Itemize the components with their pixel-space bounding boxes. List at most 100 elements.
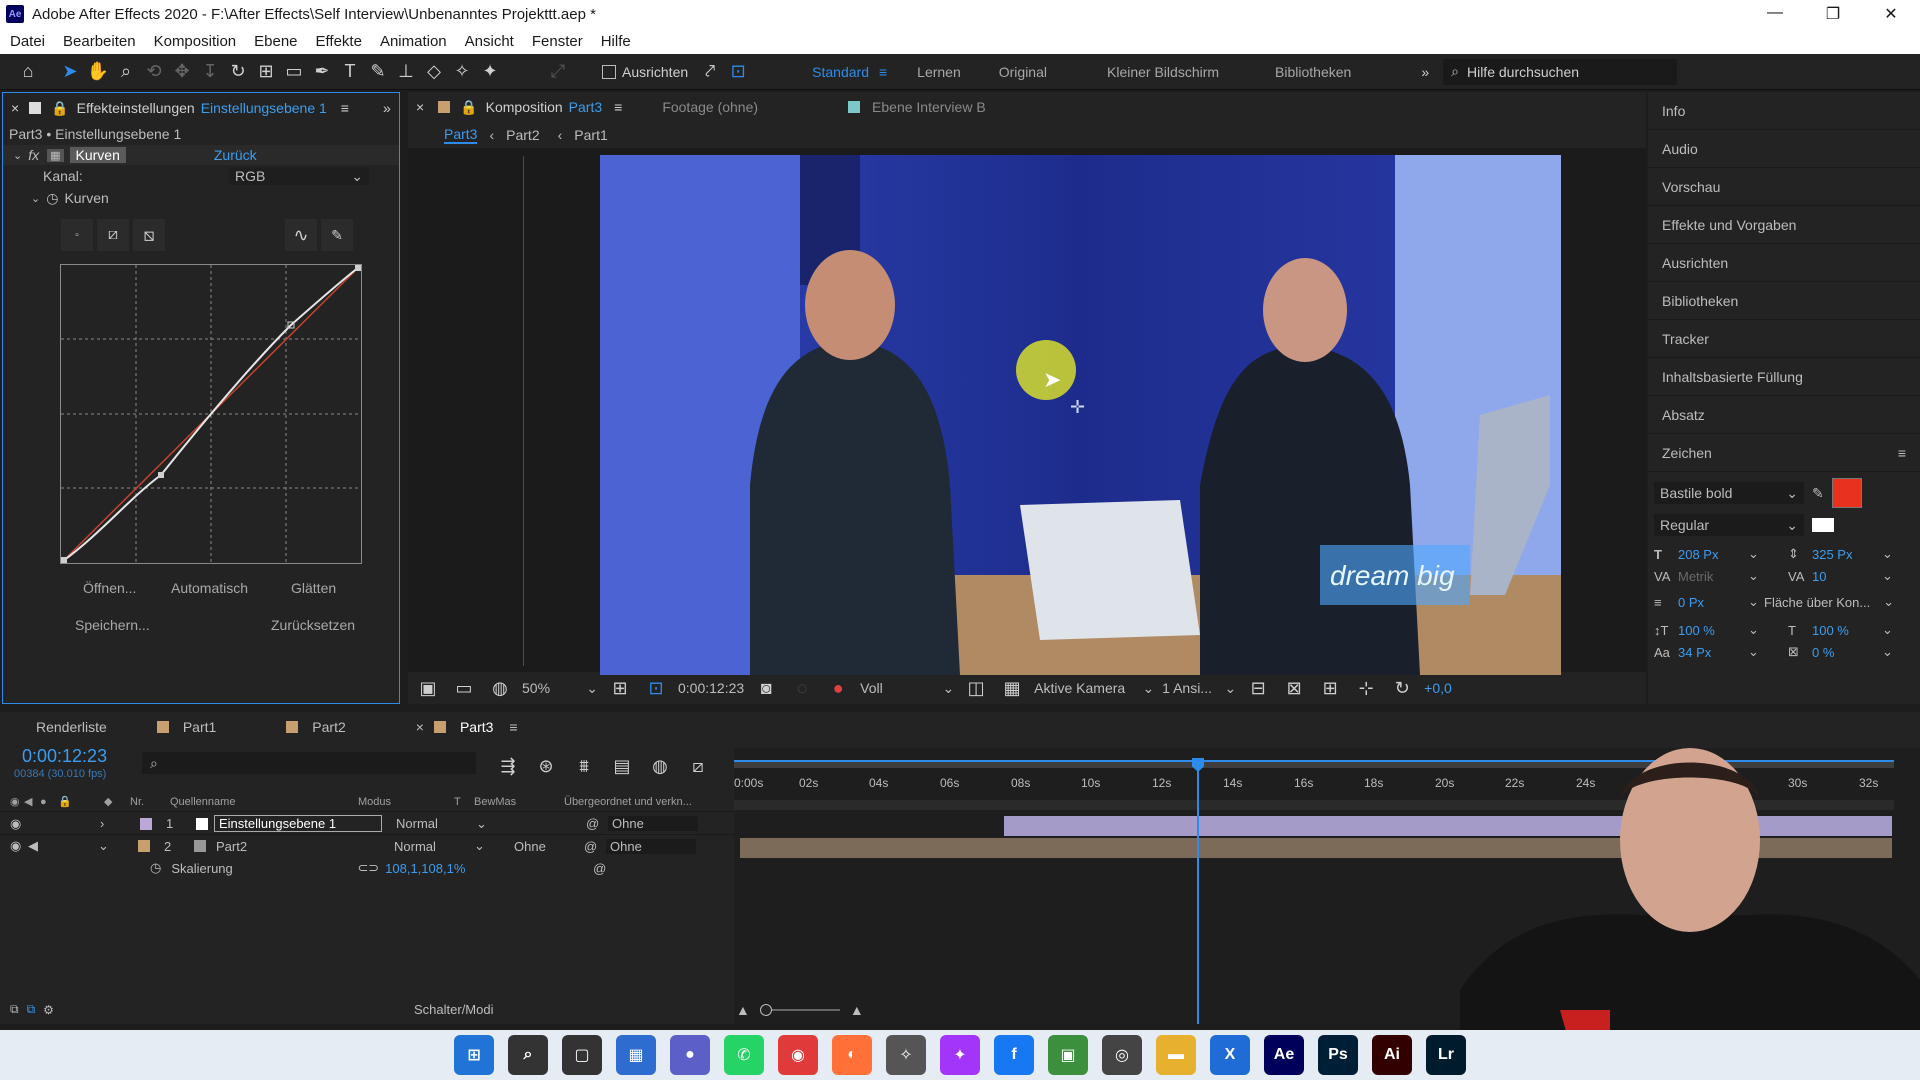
chevron-down-icon[interactable]: ⌄ (476, 816, 586, 832)
workspace-lernen[interactable]: Lernen (917, 64, 961, 80)
ps-icon[interactable]: Ps (1318, 1035, 1358, 1075)
label-icon[interactable]: ◆ (104, 795, 130, 808)
workspace-bibliotheken[interactable]: Bibliotheken (1275, 64, 1351, 80)
chevron-down-icon[interactable]: ⌄ (1748, 594, 1764, 610)
collapse-layer-icon[interactable]: ⌄ (98, 838, 138, 854)
workspace-menu-icon[interactable]: ≡ (879, 64, 887, 80)
render-time-icon[interactable]: ⧉ (10, 1002, 19, 1017)
brush-tool-icon[interactable]: ✎ (364, 58, 392, 86)
layer-name[interactable]: Part2 (212, 839, 380, 854)
curve-point[interactable] (61, 557, 67, 563)
pickwhip-icon[interactable]: @ (586, 816, 608, 831)
workspace-original[interactable]: Original (999, 64, 1047, 80)
help-search-input[interactable]: Hilfe durchsuchen (1467, 64, 1579, 80)
panel-effekte-und-vorgaben[interactable]: Effekte und Vorgaben (1648, 206, 1920, 244)
search-icon[interactable]: ⌕ (508, 1035, 548, 1075)
panel-menu-icon[interactable]: ≡ (341, 100, 349, 116)
bezier-curve-icon[interactable]: ∿ (285, 219, 317, 251)
workspace-kleiner-bildschirm[interactable]: Kleiner Bildschirm (1107, 64, 1219, 80)
firefox-icon[interactable]: ◐ (832, 1035, 872, 1075)
zoom-select[interactable]: 50% ⌄ (522, 680, 598, 697)
channel-icon[interactable]: ● (824, 674, 852, 702)
stroke-width-value[interactable]: 0 Px (1678, 595, 1748, 610)
windows-icon[interactable]: ⊞ (454, 1035, 494, 1075)
axis-icon[interactable]: ⤢ (544, 58, 572, 86)
effects-panel-tab[interactable]: × 🔒 Effekteinstellungen Einstellungseben… (3, 93, 399, 123)
rectangle-tool-icon[interactable]: ▭ (280, 58, 308, 86)
font-family-select[interactable]: Bastile bold ⌄ (1654, 482, 1804, 504)
layer-row[interactable]: ◉ › 1 Einstellungsebene 1 Normal ⌄ @ Ohn… (0, 813, 734, 835)
collapse-chevron-icon[interactable]: ⌄ (13, 149, 22, 162)
tab-part1[interactable]: Part1 (183, 719, 216, 735)
solo-switch-icon[interactable]: ● (40, 796, 58, 808)
open-button[interactable]: Öffnen... (83, 580, 136, 596)
panel-vorschau[interactable]: Vorschau (1648, 168, 1920, 206)
menu-fenster[interactable]: Fenster (532, 33, 583, 50)
anchor-tool-icon[interactable]: ⊞ (252, 58, 280, 86)
roto-tool-icon[interactable]: ✧ (448, 58, 476, 86)
figure-icon[interactable]: ✧ (886, 1035, 926, 1075)
vertical-scale-value[interactable]: 100 % (1678, 623, 1748, 638)
flow-part2[interactable]: Part2 (506, 127, 539, 143)
current-time[interactable]: 0:00:12:23 (22, 746, 107, 767)
frame-blending-icon[interactable]: ▤ (608, 752, 636, 780)
pan-tool-icon[interactable]: ✥ (168, 58, 196, 86)
zoom-in-icon[interactable]: ▲ (850, 1002, 864, 1018)
auto-button[interactable]: Automatisch (171, 580, 248, 596)
eyedropper-icon[interactable]: ✎ (1812, 485, 1824, 502)
fast-preview-icon[interactable]: ⊠ (1280, 674, 1308, 702)
motion-blur-icon[interactable]: ◍ (646, 752, 674, 780)
stroke-mode-select[interactable]: Fläche über Kon... ⌄ (1764, 594, 1894, 610)
menu-bearbeiten[interactable]: Bearbeiten (63, 33, 136, 50)
chevron-down-icon[interactable]: ⌄ (474, 838, 514, 854)
chevron-down-icon[interactable]: ⌄ (1748, 568, 1788, 584)
stopwatch-icon[interactable]: ◷ (150, 860, 161, 876)
text-tool-icon[interactable]: T (336, 58, 364, 86)
whatsapp-icon[interactable]: ✆ (724, 1035, 764, 1075)
transfer-controls-icon[interactable]: ⚙ (43, 1003, 54, 1017)
pen-tool-icon[interactable]: ✒ (308, 58, 336, 86)
snapshot-icon[interactable]: ◙ (752, 674, 780, 702)
font-size-value[interactable]: 208 Px (1678, 547, 1748, 562)
composition-panel-tab[interactable]: × 🔒 Komposition Part3 ≡ Footage (ohne) E… (408, 92, 1646, 122)
close-button[interactable]: ✕ (1862, 4, 1920, 24)
expand-layer-icon[interactable]: › (100, 816, 140, 831)
panel-inhaltsbasierte-fuellung[interactable]: Inhaltsbasierte Füllung (1648, 358, 1920, 396)
layer-mode[interactable]: Normal (396, 816, 476, 831)
tsume-value[interactable]: 0 % (1812, 645, 1882, 660)
viewer-timecode[interactable]: 0:00:12:23 (678, 680, 744, 696)
menu-hilfe[interactable]: Hilfe (601, 33, 631, 50)
ae-icon[interactable]: Ae (1264, 1035, 1304, 1075)
menu-animation[interactable]: Animation (380, 33, 447, 50)
facebook-icon[interactable]: f (994, 1035, 1034, 1075)
composition-mini-flowchart-icon[interactable]: ⇶ (494, 752, 522, 780)
snap-icon[interactable]: ⤤ (696, 58, 724, 86)
lock-icon[interactable]: 🔒 (51, 100, 68, 117)
layer-search-input[interactable]: ⌕ (142, 752, 476, 774)
audio-switch-icon[interactable]: ◀ (24, 795, 40, 808)
stopwatch-icon[interactable]: ◷ (46, 190, 58, 207)
widgets-icon[interactable]: ▦ (616, 1035, 656, 1075)
chevron-down-icon[interactable]: ⌄ (1748, 622, 1788, 638)
flow-part1[interactable]: Part1 (574, 127, 607, 143)
composition-viewer[interactable]: dream big ➤ ✛ (600, 155, 1561, 675)
leading-value[interactable]: 325 Px (1812, 547, 1882, 562)
curves-chevron-icon[interactable]: ⌄ (31, 192, 40, 205)
hand-tool-icon[interactable]: ✋ (84, 58, 112, 86)
close-tab-icon[interactable]: × (416, 99, 424, 115)
panel-ausrichten[interactable]: Ausrichten (1648, 244, 1920, 282)
layer-switches-icon[interactable]: ⧉ (27, 1002, 36, 1017)
layer-label-swatch[interactable] (138, 840, 150, 852)
anchor-point-icon[interactable]: ✛ (1070, 397, 1085, 417)
effect-name[interactable]: Kurven (69, 147, 126, 163)
region-icon[interactable]: ⊡ (642, 674, 670, 702)
footage-tab[interactable]: Footage (ohne) (662, 99, 758, 115)
audio-icon[interactable]: ◀ (28, 838, 56, 854)
more-workspaces-icon[interactable]: » (1421, 64, 1429, 80)
menu-datei[interactable]: Datei (10, 33, 45, 50)
ai-icon[interactable]: Ai (1372, 1035, 1412, 1075)
show-snapshot-icon[interactable]: ◌ (788, 674, 816, 702)
chevron-down-icon[interactable]: ⌄ (1882, 644, 1893, 660)
curve-point[interactable] (355, 265, 361, 271)
menu-ebene[interactable]: Ebene (254, 33, 297, 50)
